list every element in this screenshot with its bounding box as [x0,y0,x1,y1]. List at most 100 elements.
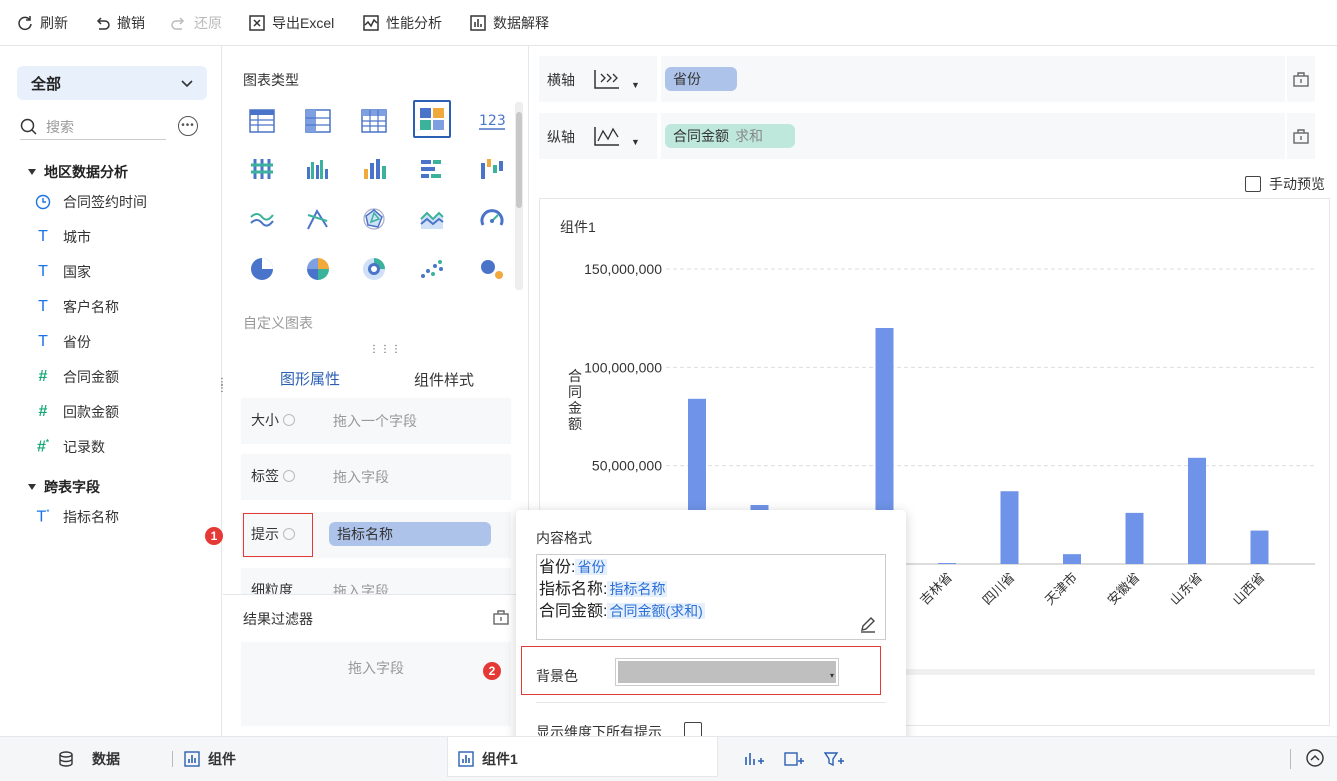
chart-type-parallel[interactable] [299,200,337,238]
chart-type-waterfall[interactable] [473,150,511,188]
y-axis-drop-zone[interactable]: 合同金额 求和 [661,113,1285,159]
group-region-analysis[interactable]: 地区数据分析 [28,162,128,182]
chart-type-cross-table[interactable] [355,102,393,140]
chart-type-area[interactable] [413,200,451,238]
axis-type-icon[interactable] [593,125,621,147]
component-tab-label: 组件 [208,751,236,767]
x-tick-label: 安徽省 [1104,570,1142,608]
chart-type-bar[interactable] [355,150,393,188]
chart-type-radar[interactable] [355,200,393,238]
chevron-up-icon[interactable] [1306,749,1324,767]
lock-icon[interactable] [492,609,510,625]
bar [938,563,956,564]
tab-graphic-props[interactable]: 图形属性 [243,356,377,402]
field-customer-name[interactable]: T 客户名称 [35,295,119,319]
y-axis-field-pill[interactable]: 合同金额 求和 [665,124,795,148]
filter-hint: 拖入字段 [348,660,404,676]
chart-type-table[interactable] [243,102,281,140]
x-axis-drop-zone[interactable]: 省份 [661,56,1285,102]
chart-type-rose[interactable] [299,250,337,288]
x-axis-field-pill[interactable]: 省份 [665,67,737,91]
chart-type-bubble[interactable] [473,250,511,288]
field-payment-amount[interactable]: # 回款金额 [35,400,119,424]
add-table-icon[interactable] [784,751,804,767]
checkbox[interactable] [1245,176,1261,192]
y-tick-label: 100,000,000 [584,359,662,375]
data-explain-button[interactable]: 数据解释 [469,12,549,34]
granularity-drop-zone[interactable]: 拖入字段 [333,581,389,594]
manual-preview-label: 手动预览 [1269,176,1325,192]
field-province[interactable]: T 省份 [35,330,91,354]
section-resize-handle[interactable]: ⋮⋮⋮ [369,344,402,355]
number-calc-field-icon: #* [36,437,50,456]
search-input[interactable]: 搜索 [20,114,166,140]
manual-preview-checkbox[interactable]: 手动预览 [1245,174,1325,194]
undo-button[interactable]: 撤销 [93,12,145,34]
tab-component-style[interactable]: 组件样式 [377,356,511,402]
chart-type-gauge[interactable] [473,200,511,238]
data-tab[interactable]: 数据 [58,749,120,769]
active-component-tab[interactable]: 组件1 [447,737,718,777]
chart-type-auto[interactable] [413,100,451,138]
filter-drop-zone[interactable]: 拖入字段 [241,642,511,726]
chart-type-scrollbar[interactable] [515,102,523,290]
performance-button[interactable]: 性能分析 [362,12,442,34]
chart-type-line[interactable] [243,200,281,238]
x-axis-row: 横轴 ▼ 省份 [539,56,1315,102]
fmt-line-province: 省份: 省份 [539,557,608,578]
multi-pie-icon [363,258,385,280]
chart-type-group-table[interactable] [299,102,337,140]
y-axis-title: 合同金额 [568,368,582,432]
more-options-icon[interactable]: ••• [178,116,198,136]
gear-icon[interactable] [283,414,295,426]
chart-type-pie[interactable] [243,250,281,288]
size-drop-zone[interactable]: 拖入一个字段 [333,411,417,431]
gear-icon[interactable] [283,470,295,482]
field-contract-time[interactable]: 合同签约时间 [35,190,147,214]
fmt-line-amount: 合同金额: 合同金额(求和) [539,601,705,622]
radar-icon [363,208,385,230]
component-tab[interactable]: 组件 [184,749,236,769]
refresh-button[interactable]: 刷新 [16,12,68,34]
gauge-icon [480,209,504,226]
tip-format-editor[interactable]: 省份: 省份 指标名称: 指标名称 合同金额: 合同金额(求和) [536,554,886,640]
chart-type-kpi[interactable]: 123 [473,102,511,140]
text-field-icon: T [38,263,48,280]
group-cross-table[interactable]: 跨表字段 [28,477,100,497]
scrollbar-thumb[interactable] [516,112,522,208]
chart-type-grouped-bar[interactable] [299,150,337,188]
add-component-icon[interactable] [744,751,764,767]
property-tabs: 图形属性 组件样式 [243,356,511,402]
annotation-badge-2: 2 [483,662,501,680]
x-tick-label: 山东省 [1167,570,1205,608]
data-explain-icon [470,15,486,31]
data-tab-label: 数据 [92,751,120,767]
field-contract-amount[interactable]: # 合同金额 [35,365,119,389]
tip-field-pill[interactable]: 指标名称 [329,522,491,546]
prop-granularity: 细粒度 拖入字段 [241,568,511,594]
axis-dropdown-icon[interactable]: ▼ [631,137,640,147]
chart-type-horizontal-bar[interactable] [413,150,451,188]
redo-button[interactable]: 还原 [170,12,222,34]
tag-drop-zone[interactable]: 拖入字段 [333,467,389,487]
refresh-label: 刷新 [40,15,68,31]
field-city[interactable]: T 城市 [35,225,91,249]
chart-type-dot-bar[interactable] [243,150,281,188]
export-excel-button[interactable]: 导出Excel [248,12,334,34]
divider [172,751,173,767]
lock-icon[interactable] [1292,128,1310,144]
add-filter-icon[interactable] [824,751,844,767]
edit-icon[interactable] [859,615,877,633]
x-tick-label: 天津市 [1042,570,1080,608]
custom-chart-link[interactable]: 自定义图表 [243,313,313,333]
field-indicator-name[interactable]: T* 指标名称 [35,505,119,529]
field-country[interactable]: T 国家 [35,260,91,284]
lock-icon[interactable] [1292,71,1310,87]
chart-type-scatter[interactable] [413,250,451,288]
field-record-count[interactable]: #* 记录数 [35,435,105,459]
pie-chart-icon [251,258,273,280]
scope-select[interactable]: 全部 [17,66,207,100]
axis-dropdown-icon[interactable]: ▼ [631,80,640,90]
axis-type-icon[interactable] [593,68,621,90]
chart-type-multi-pie[interactable] [355,250,393,288]
